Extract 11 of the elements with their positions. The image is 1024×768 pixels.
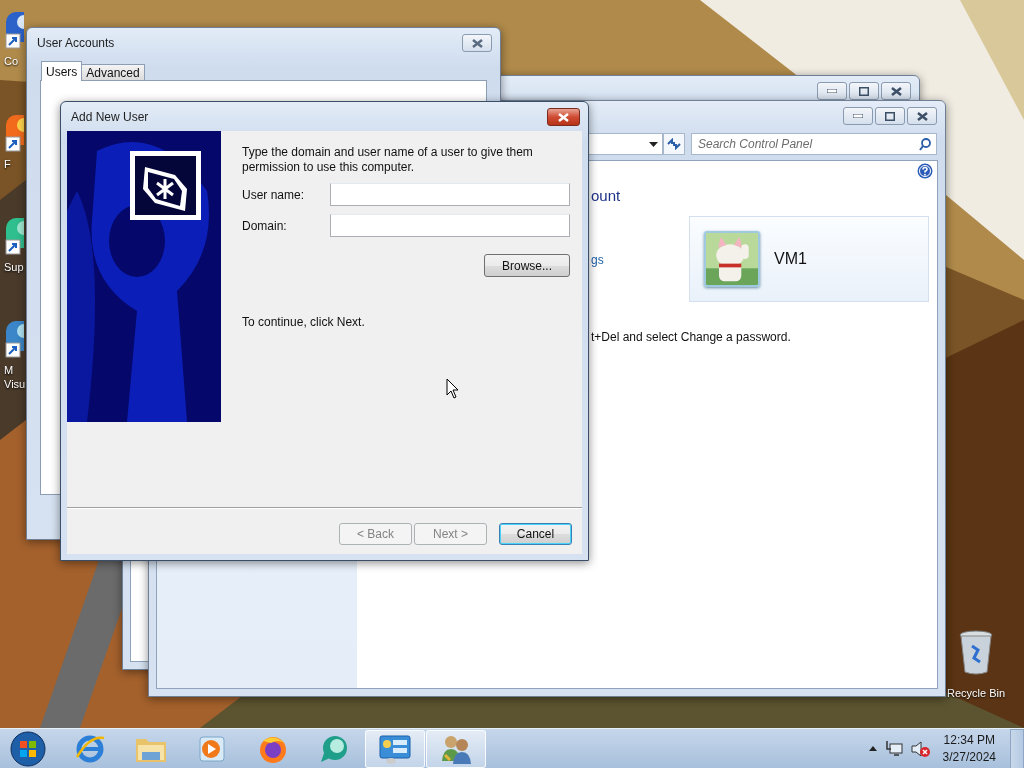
tray-arrow-icon[interactable]	[868, 746, 877, 751]
start-orb-icon	[10, 730, 46, 767]
taskbar-button[interactable]	[365, 729, 425, 768]
control-panel-icon	[378, 732, 412, 765]
taskbar-button[interactable]	[426, 729, 486, 768]
volume-muted-icon[interactable]	[910, 739, 931, 758]
clock-date: 3/27/2024	[942, 748, 996, 766]
media-player-icon	[197, 733, 227, 764]
network-icon[interactable]	[884, 740, 903, 757]
clock-time: 12:34 PM	[943, 731, 995, 749]
clock[interactable]: 12:34 PM 3/27/2024	[942, 731, 996, 766]
